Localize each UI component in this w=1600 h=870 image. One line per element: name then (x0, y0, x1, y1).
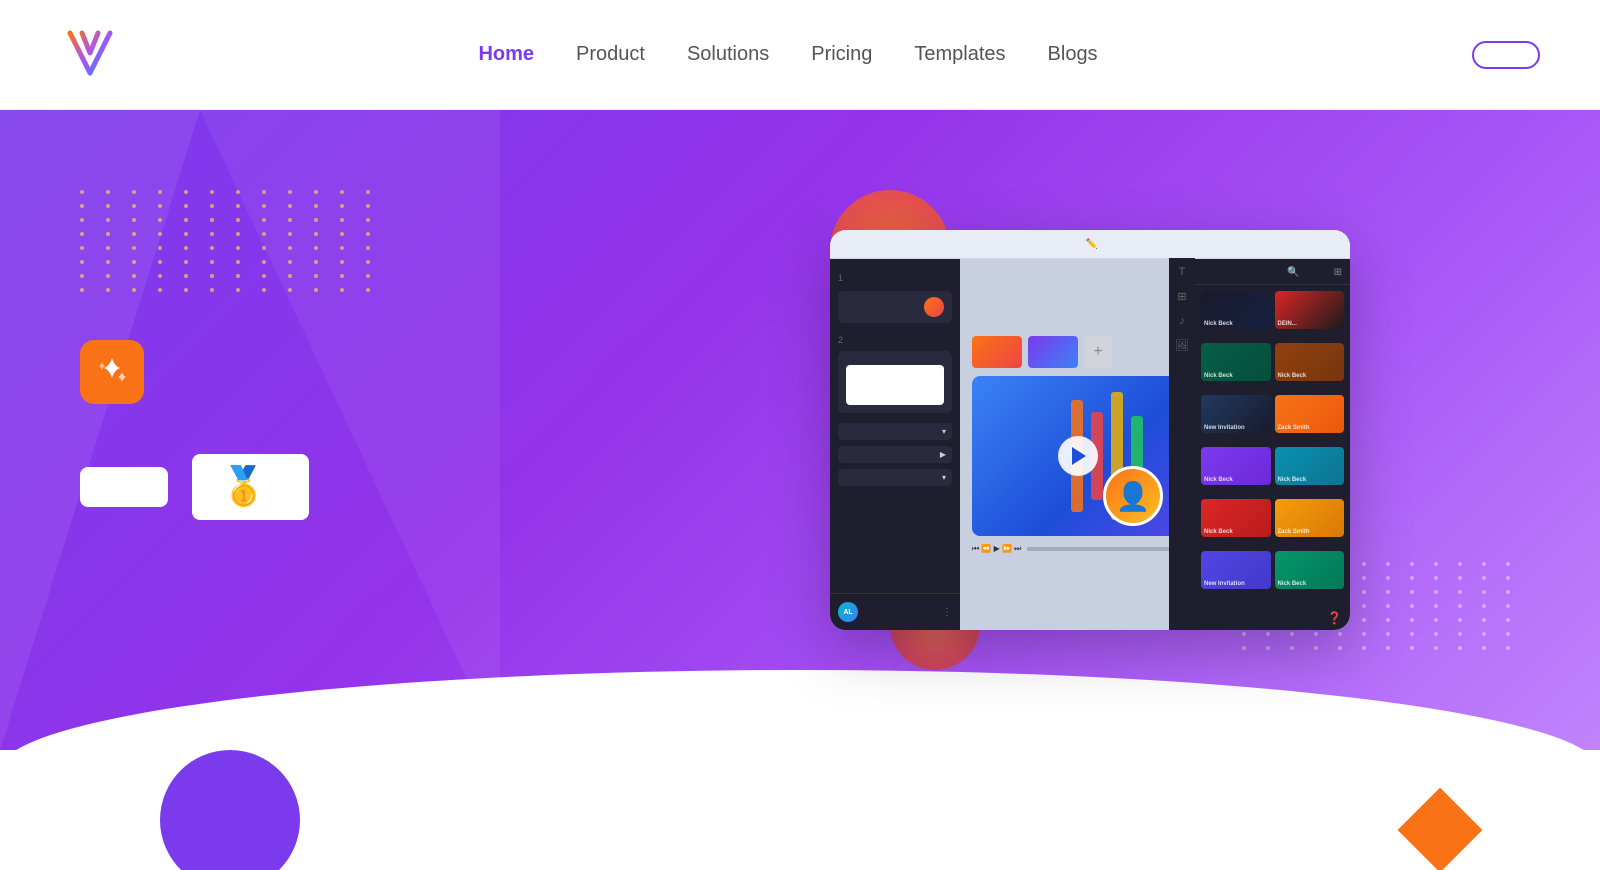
bottom-diamond (1398, 788, 1483, 870)
template-10[interactable]: Zack Smith (1275, 499, 1345, 537)
user-bar: AL ⋮ (830, 593, 960, 630)
german-select[interactable]: ▾ (838, 469, 952, 486)
dots-left: const dotsLeft = document.querySelector(… (80, 190, 382, 292)
side-toolbar: T ⊞ ♪ 🖼 (1169, 258, 1195, 630)
bottom-teaser (0, 750, 1600, 870)
bottom-circle (160, 750, 300, 870)
storytelling-section (838, 351, 952, 413)
toolbar-image-icon[interactable]: 🖼 (1175, 339, 1189, 352)
template-6[interactable]: Zack Smith (1275, 395, 1345, 433)
template-11[interactable]: New Invitation (1201, 551, 1271, 589)
editor-center-panel: + (960, 259, 1195, 630)
nav-links: Home Product Solutions Pricing Templates… (478, 43, 1097, 66)
producthunt-badge-button[interactable]: 🥇 (192, 454, 309, 520)
toolbar-music-icon[interactable]: ♪ (1179, 315, 1185, 327)
template-1[interactable]: Nick Beck (1201, 291, 1271, 329)
nav-solutions[interactable]: Solutions (687, 43, 769, 66)
nav-product[interactable]: Product (576, 43, 645, 66)
language-chevron: ▾ (942, 427, 946, 436)
avatar-row[interactable] (838, 291, 952, 323)
user-avatar: AL (838, 602, 858, 622)
thumbnail-strip: + (972, 336, 1183, 368)
nav-home[interactable]: Home (478, 43, 534, 66)
play-script-select[interactable]: ▶ (838, 446, 952, 463)
german-chevron: ▾ (942, 473, 946, 482)
thumb-1[interactable] (972, 336, 1022, 368)
avatar-preview (924, 297, 944, 317)
signup-button[interactable] (1472, 41, 1540, 69)
template-4[interactable]: Nick Beck (1275, 343, 1345, 381)
templates-grid: Nick Beck DEIN... Nick Beck Nick Beck Ne… (1195, 285, 1350, 605)
templates-header: 🔍 ⊞ (1195, 259, 1350, 285)
play-button[interactable] (1058, 436, 1098, 476)
timeline: ⏮ ⏪ ▶ ⏩ ⏭ / (972, 544, 1183, 554)
template-12[interactable]: Nick Beck (1275, 551, 1345, 589)
logo[interactable] (60, 25, 132, 85)
play-chevron: ▶ (940, 450, 946, 459)
play-triangle (1072, 447, 1086, 465)
hero-section: const dotsLeft = document.querySelector(… (0, 110, 1600, 750)
hero-icon-box (80, 340, 144, 404)
timeline-bar[interactable] (1027, 547, 1174, 551)
template-2[interactable]: DEIN... (1275, 291, 1345, 329)
editor-inner: 1 2 (830, 259, 1350, 630)
hero-mockup: ✏️ 1 2 (660, 230, 1520, 630)
video-preview: 👤 (972, 376, 1183, 536)
editor-mockup: ✏️ 1 2 (830, 230, 1350, 630)
editor-title-bar: ✏️ (830, 230, 1350, 259)
template-9[interactable]: Nick Beck (1201, 499, 1271, 537)
template-8[interactable]: Nick Beck (1275, 447, 1345, 485)
ph-medal: 🥇 (220, 468, 267, 506)
presenter-avatar: 👤 (1103, 466, 1163, 526)
toolbar-text-icon[interactable]: T (1179, 266, 1186, 278)
template-3[interactable]: Nick Beck (1201, 343, 1271, 381)
navbar: Home Product Solutions Pricing Templates… (0, 0, 1600, 110)
script-text-area[interactable] (846, 365, 944, 405)
templates-grid-icon[interactable]: ⊞ (1334, 267, 1342, 278)
nav-blogs[interactable]: Blogs (1048, 43, 1098, 66)
help-icon[interactable]: ❓ (1195, 605, 1350, 630)
editor-left-panel: 1 2 (830, 259, 960, 630)
create-video-button[interactable] (80, 467, 168, 507)
templates-panel: 🔍 ⊞ Nick Beck DEIN... Nick Beck Nick Bec… (1195, 259, 1350, 630)
toolbar-grid-icon[interactable]: ⊞ (1177, 290, 1186, 303)
hero-content: 🥇 (80, 340, 600, 520)
my-templates-tab[interactable] (1245, 271, 1253, 275)
featured-templates-tab[interactable] (1203, 271, 1211, 275)
template-7[interactable]: Nick Beck (1201, 447, 1271, 485)
thumb-add[interactable]: + (1084, 336, 1112, 368)
editor-controls: ▾ ▶ ▾ (838, 423, 952, 486)
hero-sparkle-icon (94, 354, 130, 390)
nav-templates[interactable]: Templates (914, 43, 1005, 66)
nav-right (1444, 41, 1540, 69)
nav-pricing[interactable]: Pricing (811, 43, 872, 66)
template-5[interactable]: New Invitation (1201, 395, 1271, 433)
user-menu-icon[interactable]: ⋮ (942, 607, 952, 618)
thumb-2[interactable] (1028, 336, 1078, 368)
logo-icon (60, 25, 120, 85)
templates-search-icon[interactable]: 🔍 (1287, 267, 1299, 278)
hero-buttons: 🥇 (80, 454, 600, 520)
language-select[interactable]: ▾ (838, 423, 952, 440)
